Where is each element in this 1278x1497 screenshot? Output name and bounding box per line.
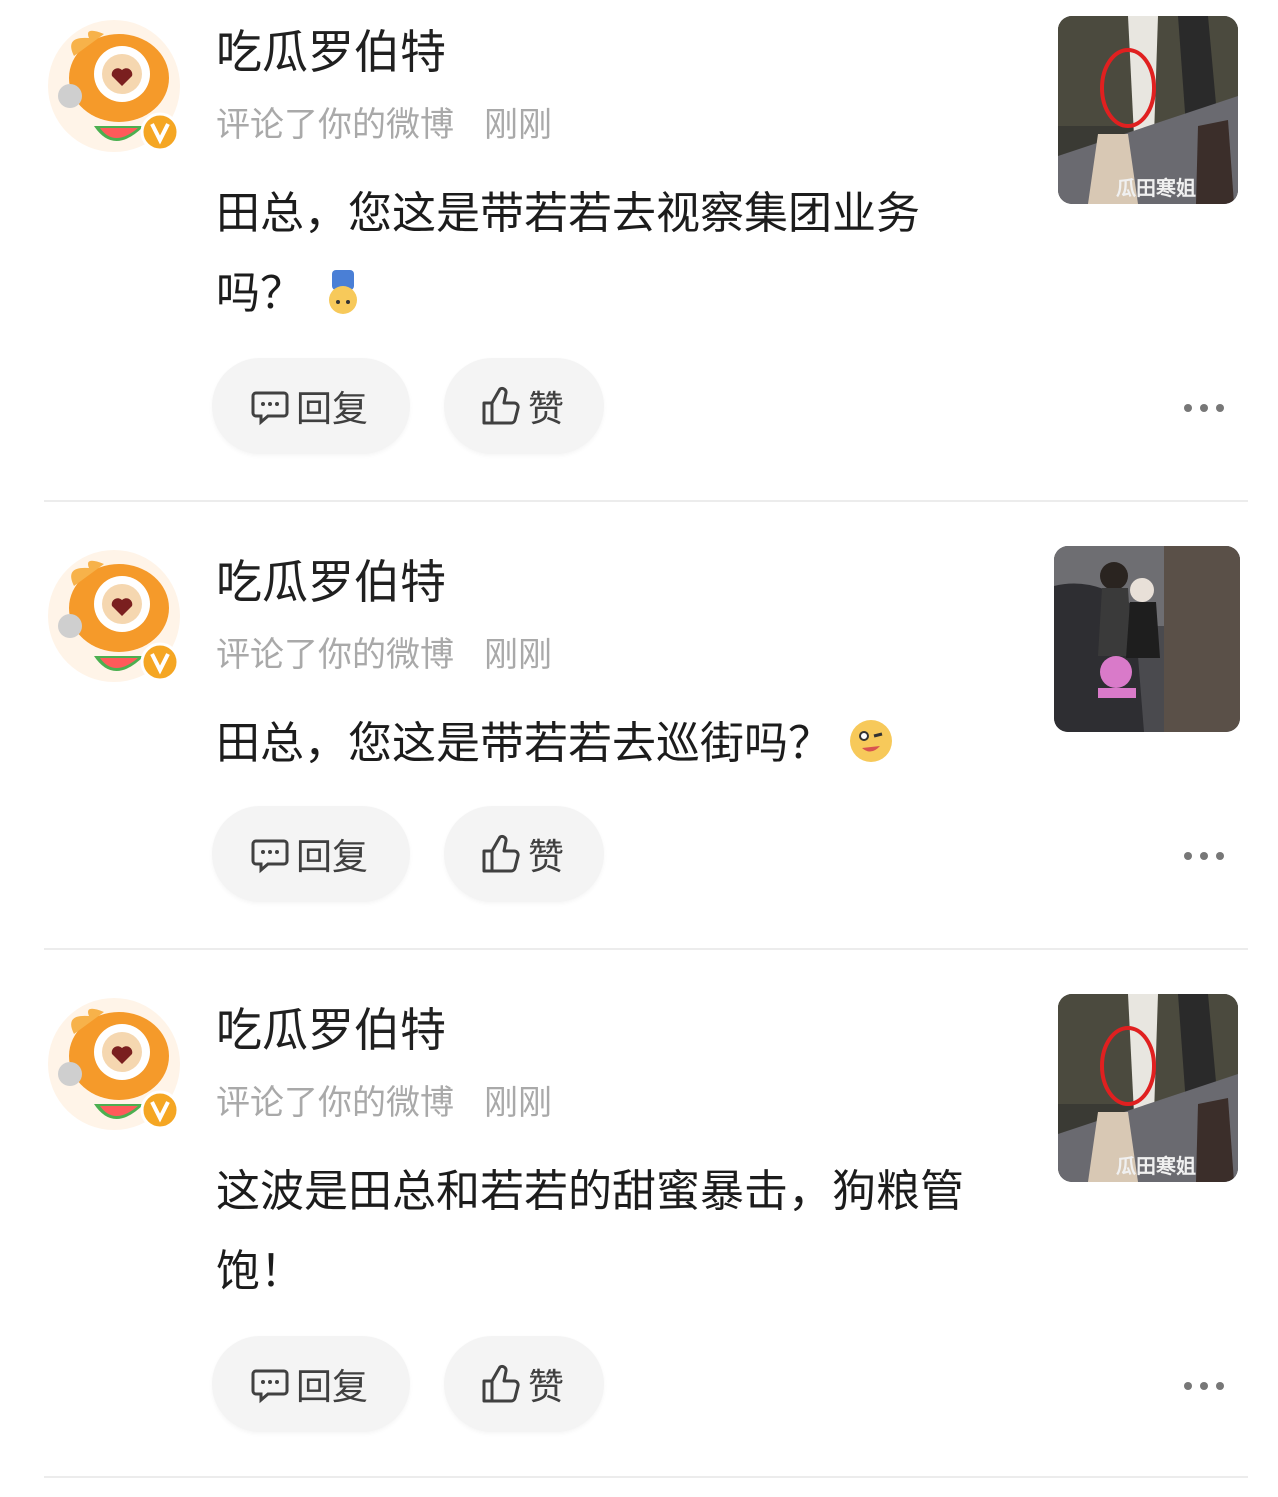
action-text: 评论了你的微博 — [216, 105, 454, 145]
like-label: 赞 — [528, 1367, 565, 1408]
like-label: 赞 — [528, 837, 565, 878]
comment-text: 田总，您这是带若若去巡街吗？ — [216, 704, 986, 784]
comment-bubble-icon — [251, 391, 289, 426]
avatar[interactable] — [44, 16, 184, 156]
comment-item: 吃瓜罗伯特 评论了你的微博 刚刚 这波是田总和若若的甜蜜暴击，狗粮管饱！ 回复 赞… — [0, 978, 1278, 1448]
like-button[interactable]: 赞 — [444, 1336, 604, 1432]
more-options-icon[interactable] — [1182, 846, 1226, 866]
divider — [44, 948, 1248, 950]
comment-bubble-icon — [251, 839, 289, 874]
thumbnail-watermark: 瓜田寒姐 — [1116, 1154, 1196, 1178]
username[interactable]: 吃瓜罗伯特 — [216, 22, 446, 82]
avatar[interactable] — [44, 546, 184, 686]
comment-item: 吃瓜罗伯特 评论了你的微博 刚刚 田总，您这是带若若去巡街吗？ 回复 赞 — [0, 530, 1278, 1000]
divider — [44, 1476, 1248, 1478]
reply-button[interactable]: 回复 — [212, 1336, 410, 1432]
thumbs-up-icon — [482, 1364, 520, 1403]
reply-button[interactable]: 回复 — [212, 358, 410, 454]
action-text: 评论了你的微博 — [216, 1083, 454, 1123]
comment-meta: 评论了你的微博 刚刚 — [216, 630, 552, 680]
reply-label: 回复 — [296, 837, 369, 878]
timestamp: 刚刚 — [484, 635, 552, 675]
timestamp: 刚刚 — [484, 105, 552, 145]
username[interactable]: 吃瓜罗伯特 — [216, 1000, 446, 1060]
comment-text: 这波是田总和若若的甜蜜暴击，狗粮管饱！ — [216, 1166, 964, 1297]
avatar[interactable] — [44, 994, 184, 1134]
like-button[interactable]: 赞 — [444, 358, 604, 454]
post-thumbnail[interactable] — [1054, 546, 1240, 732]
thumbs-up-icon — [482, 834, 520, 873]
action-text: 评论了你的微博 — [216, 635, 454, 675]
timestamp: 刚刚 — [484, 1083, 552, 1123]
thumbnail-watermark: 瓜田寒姐 — [1116, 176, 1196, 200]
reply-label: 回复 — [296, 1367, 369, 1408]
comment-text: 田总，您这是带若若去视察集团业务吗？ — [216, 188, 920, 319]
upside-down-figure-emoji — [318, 262, 368, 314]
reply-label: 回复 — [296, 389, 369, 430]
more-options-icon[interactable] — [1182, 398, 1226, 418]
more-options-icon[interactable] — [1182, 1376, 1226, 1396]
like-label: 赞 — [528, 389, 565, 430]
thumbs-up-icon — [482, 386, 520, 425]
comment-meta: 评论了你的微博 刚刚 — [216, 1078, 552, 1128]
like-button[interactable]: 赞 — [444, 806, 604, 902]
comment-meta: 评论了你的微博 刚刚 — [216, 100, 552, 150]
comment-item: 吃瓜罗伯特 评论了你的微博 刚刚 田总，您这是带若若去视察集团业务吗？ 回复 赞 … — [0, 0, 1278, 470]
reply-button[interactable]: 回复 — [212, 806, 410, 902]
username[interactable]: 吃瓜罗伯特 — [216, 552, 446, 612]
comment-bubble-icon — [251, 1369, 289, 1404]
post-thumbnail[interactable]: 瓜田寒姐 — [1058, 994, 1238, 1182]
post-thumbnail[interactable]: 瓜田寒姐 — [1058, 16, 1238, 204]
winking-face-emoji — [846, 712, 896, 762]
divider — [44, 500, 1248, 502]
